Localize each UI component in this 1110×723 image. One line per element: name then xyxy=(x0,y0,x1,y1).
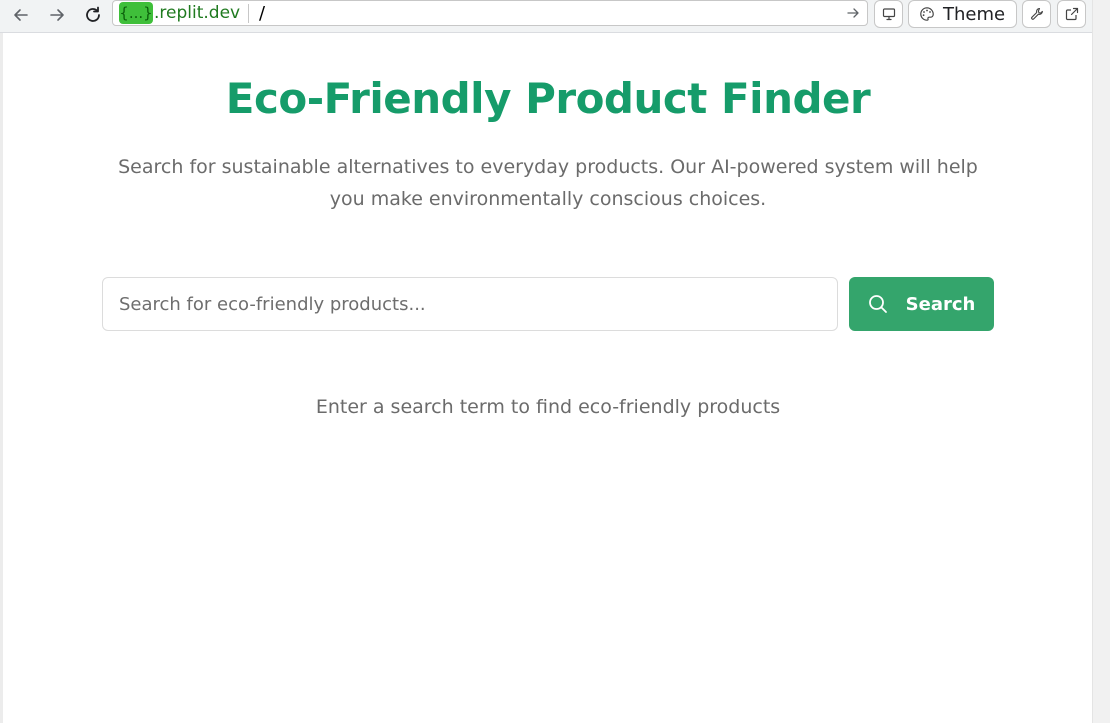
url-domain: .replit.dev xyxy=(154,3,241,23)
monitor-icon xyxy=(882,8,895,21)
arrow-right-icon xyxy=(50,9,64,21)
arrow-right-small-icon xyxy=(847,8,859,18)
search-button[interactable]: Search xyxy=(849,277,994,331)
page-subtitle: Search for sustainable alternatives to e… xyxy=(118,156,978,210)
url-path[interactable]: / xyxy=(259,1,265,26)
empty-state-message: Enter a search term to find eco-friendly… xyxy=(315,396,781,418)
arrow-left-icon xyxy=(14,9,28,21)
wrench-button[interactable] xyxy=(1022,0,1051,28)
frame-edge xyxy=(0,33,3,723)
url-badge: {...} xyxy=(119,2,153,24)
url-divider xyxy=(248,4,249,23)
address-bar[interactable]: {...} .replit.dev / xyxy=(112,0,868,26)
theme-button[interactable]: Theme xyxy=(908,0,1017,28)
browser-toolbar: {...} .replit.dev / Theme xyxy=(0,0,1092,33)
external-link-icon xyxy=(1065,7,1078,21)
back-button[interactable] xyxy=(8,2,34,28)
palette-icon xyxy=(920,7,934,21)
search-input[interactable] xyxy=(102,277,838,331)
open-external-button[interactable] xyxy=(1057,0,1086,28)
page-title: Eco-Friendly Product Finder xyxy=(225,74,871,123)
wrench-icon xyxy=(1030,7,1043,20)
theme-label: Theme xyxy=(943,3,1006,25)
reload-button[interactable] xyxy=(80,2,106,28)
search-button-label: Search xyxy=(905,293,976,315)
search-icon xyxy=(868,295,887,313)
go-button[interactable] xyxy=(845,5,861,21)
reload-icon xyxy=(86,6,100,22)
forward-button[interactable] xyxy=(44,2,70,28)
devtools-button[interactable] xyxy=(874,0,903,28)
